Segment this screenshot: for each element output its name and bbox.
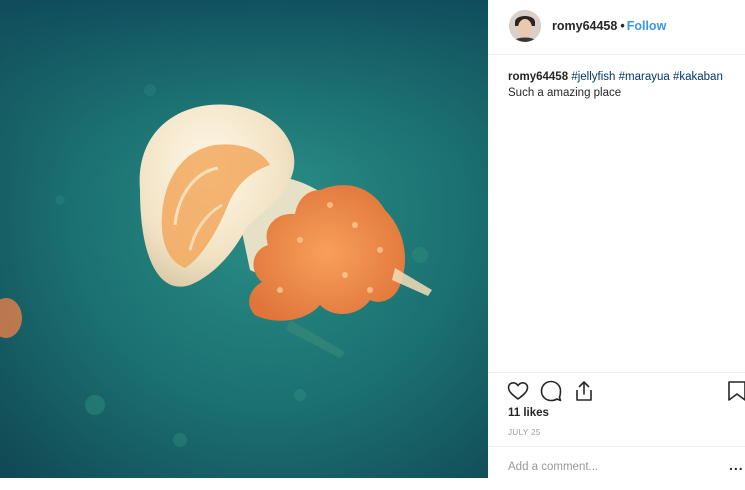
- like-count[interactable]: 11 likes: [508, 407, 549, 419]
- comment-button[interactable]: [539, 379, 563, 403]
- hashtag-link[interactable]: #kakaban: [673, 71, 723, 83]
- avatar[interactable]: [509, 10, 541, 42]
- header-user-line: romy64458 • Follow: [552, 19, 666, 33]
- post-date[interactable]: JULY 25: [508, 428, 541, 437]
- post-caption: romy64458 #jellyfish #marayua #kakaban S…: [508, 69, 738, 101]
- avatar-image: [509, 10, 541, 42]
- like-button[interactable]: [506, 379, 530, 403]
- comment-bar: Add a comment... ...: [488, 446, 745, 490]
- username-link[interactable]: romy64458: [552, 19, 617, 33]
- comment-input[interactable]: Add a comment...: [508, 461, 598, 473]
- hashtag-link[interactable]: #jellyfish: [571, 71, 615, 83]
- separator-dot: •: [620, 19, 625, 33]
- post-photo[interactable]: [0, 0, 488, 478]
- post-sidebar: romy64458 • Follow romy64458 #jellyfish #m…: [488, 0, 745, 489]
- bookmark-icon: [728, 381, 745, 401]
- follow-button[interactable]: Follow: [627, 19, 667, 33]
- more-options-icon[interactable]: ...: [729, 457, 744, 473]
- instagram-post: romy64458 • Follow romy64458 #jellyfish #m…: [0, 0, 745, 489]
- jellyfish-photo: [0, 0, 488, 478]
- heart-icon: [507, 382, 529, 400]
- comment-icon: [540, 380, 562, 402]
- post-header: romy64458 • Follow: [488, 0, 745, 55]
- caption-text: Such a amazing place: [508, 87, 622, 99]
- share-button[interactable]: [572, 379, 596, 403]
- action-bar: [488, 372, 745, 409]
- hashtag-link[interactable]: #marayua: [619, 71, 670, 83]
- caption-username[interactable]: romy64458: [508, 71, 568, 83]
- share-icon: [576, 381, 592, 401]
- save-button[interactable]: [725, 379, 745, 403]
